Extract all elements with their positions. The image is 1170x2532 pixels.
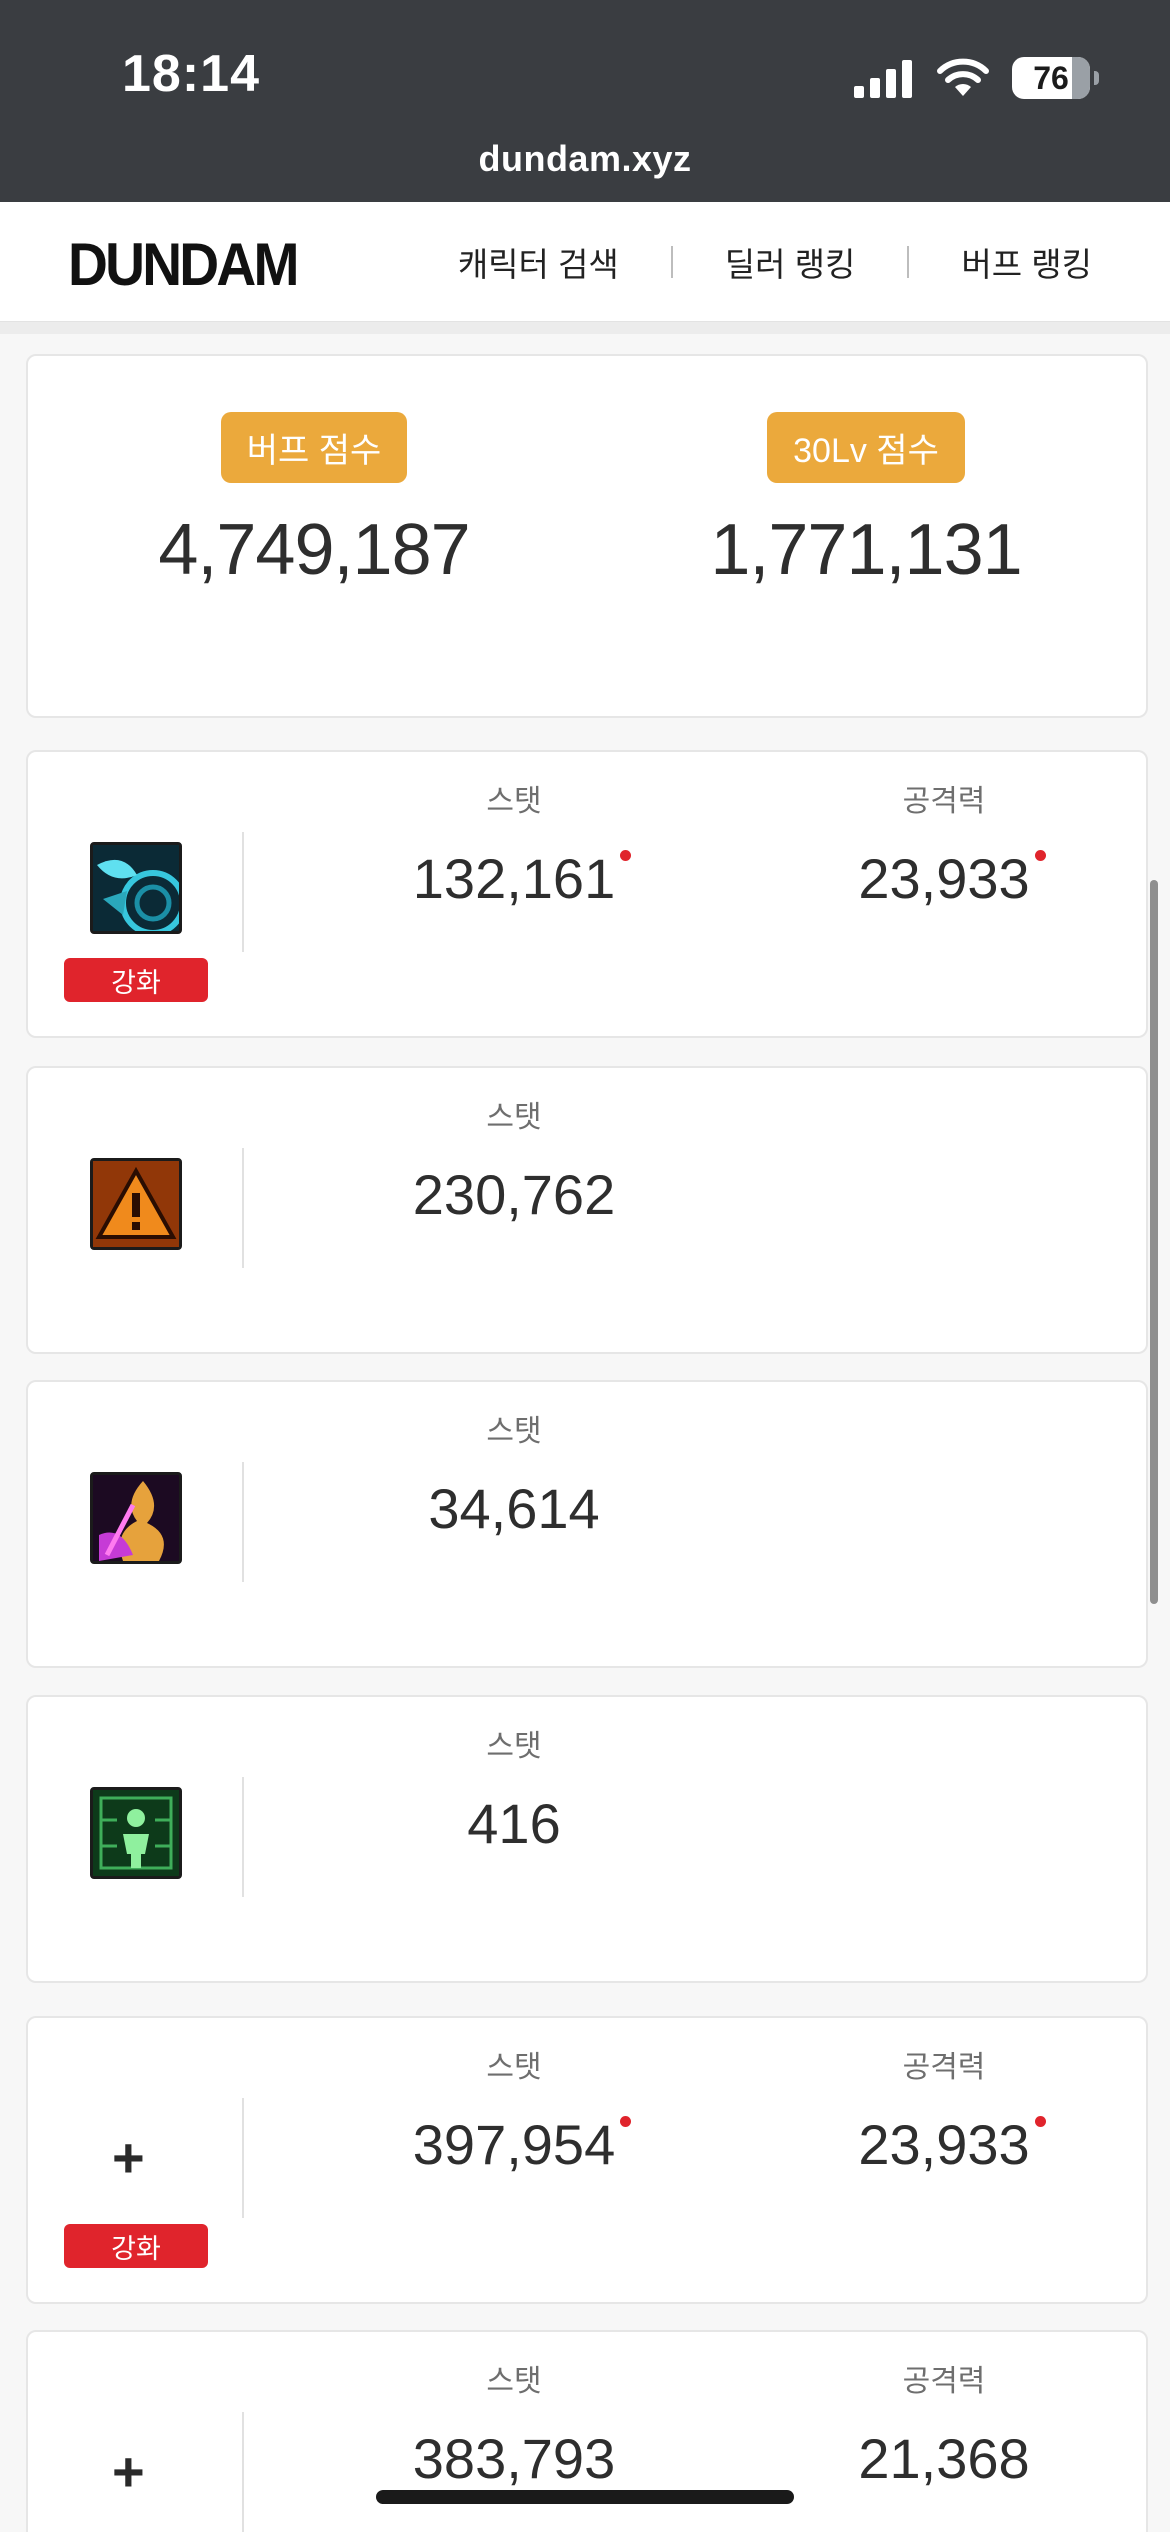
attack-number: 21,368 [858, 2427, 1030, 2490]
stat-number: 416 [467, 1792, 561, 1855]
stat-column: 스탯 132,161 [334, 776, 694, 911]
warning-skill-icon[interactable] [90, 1158, 182, 1250]
attack-number: 23,933 [858, 847, 1030, 910]
address-bar-url[interactable]: dundam.xyz [0, 138, 1170, 180]
enhance-badge: 강화 [64, 958, 208, 1002]
column-divider [242, 832, 244, 952]
plus-icon[interactable]: + [112, 2130, 145, 2186]
green-figure-skill-icon[interactable] [90, 1787, 182, 1879]
attack-value: 23,933 [858, 2112, 1046, 2177]
stat-column: 스탯 383,793 [334, 2356, 694, 2491]
score-summary-card: 버프 점수 4,749,187 30Lv 점수 1,771,131 [26, 354, 1148, 718]
attack-number: 23,933 [858, 2113, 1030, 2176]
plus-icon[interactable]: + [112, 2444, 145, 2500]
attack-value: 21,368 [858, 2426, 1029, 2491]
stat-label: 스탯 [486, 1730, 542, 1763]
attack-value: 23,933 [858, 846, 1046, 911]
main-nav: 캐릭터 검색 딜러 랭킹 버프 랭킹 [458, 238, 1092, 286]
stat-label: 스탯 [486, 2051, 542, 2084]
changed-indicator-dot [620, 2116, 632, 2127]
purple-flame-skill-icon[interactable] [90, 1472, 182, 1564]
stat-label: 스탯 [486, 2365, 542, 2398]
attack-label: 공격력 [902, 2051, 986, 2084]
nav-divider [670, 246, 673, 278]
skill-icon-column [28, 1068, 244, 1352]
changed-indicator-dot [1034, 2116, 1046, 2127]
enhance-badge: 강화 [64, 2224, 208, 2268]
home-indicator[interactable] [376, 2490, 794, 2504]
stat-label: 스탯 [486, 1101, 542, 1134]
stat-value: 34,614 [428, 1476, 599, 1541]
skill-icon-column [28, 1697, 244, 1981]
site-logo[interactable]: DUNDAM [68, 230, 300, 299]
skill-card: 스탯 230,762 [26, 1066, 1148, 1354]
stat-number: 383,793 [412, 2427, 616, 2490]
cyan-tech-skill-icon[interactable] [90, 842, 186, 936]
changed-indicator-dot [620, 850, 632, 861]
attack-label: 공격력 [902, 785, 986, 818]
nav-character-search[interactable]: 캐릭터 검색 [458, 238, 619, 286]
skill-icon-column: + [28, 2332, 244, 2532]
clock: 18:14 [122, 45, 260, 103]
skill-card: + 강화 스탯 397,954 공격력 23,933 [26, 2016, 1148, 2304]
column-divider [242, 1148, 244, 1268]
skill-icon-column: 강화 [28, 752, 244, 1036]
page-scrollbar[interactable] [1150, 880, 1158, 1604]
stat-number: 230,762 [412, 1163, 616, 1226]
buff-score-value: 4,749,187 [158, 510, 470, 590]
nav-divider [907, 246, 910, 278]
skill-card: 스탯 34,614 [26, 1380, 1148, 1668]
skill-card: 강화 스탯 132,161 공격력 23,933 [26, 750, 1148, 1038]
stat-number: 397,954 [412, 2113, 616, 2176]
skill-icon-column [28, 1382, 244, 1666]
column-divider [242, 2098, 244, 2218]
column-divider [242, 1777, 244, 1897]
attack-label: 공격력 [902, 2365, 986, 2398]
skill-icon-column: + 강화 [28, 2018, 244, 2302]
changed-indicator-dot [1034, 850, 1046, 861]
wifi-icon [937, 58, 989, 96]
skill-card: 스탯 416 [26, 1695, 1148, 1983]
lv30-score: 30Lv 점수 1,771,131 [626, 412, 1106, 591]
site-header: DUNDAM 캐릭터 검색 딜러 랭킹 버프 랭킹 [0, 202, 1170, 322]
stat-column: 스탯 397,954 [334, 2042, 694, 2177]
battery-icon: 76 [1012, 57, 1099, 99]
nav-dealer-ranking[interactable]: 딜러 랭킹 [725, 238, 856, 286]
stat-column: 스탯 34,614 [334, 1406, 694, 1541]
status-bar: 18:14 76 dundam.xyz [0, 0, 1170, 202]
column-divider [242, 1462, 244, 1582]
buff-score-label: 버프 점수 [220, 412, 408, 483]
stat-number: 132,161 [412, 847, 616, 910]
stat-column: 스탯 416 [334, 1721, 694, 1856]
cellular-signal-icon [854, 60, 912, 98]
attack-column: 공격력 23,933 [764, 2042, 1124, 2177]
stat-label: 스탯 [486, 785, 542, 818]
attack-column: 공격력 23,933 [764, 776, 1124, 911]
nav-buff-ranking[interactable]: 버프 랭킹 [961, 238, 1092, 286]
column-divider [242, 2412, 244, 2532]
stat-value: 397,954 [412, 2112, 632, 2177]
status-icons: 76 [854, 54, 1099, 102]
stat-column: 스탯 230,762 [334, 1092, 694, 1227]
stat-label: 스탯 [486, 1415, 542, 1448]
stat-value: 230,762 [413, 1162, 615, 1227]
stat-number: 34,614 [428, 1477, 600, 1540]
header-divider-strip [0, 322, 1170, 334]
lv30-score-label: 30Lv 점수 [767, 412, 965, 483]
battery-level: 76 [1033, 59, 1069, 96]
stat-value: 132,161 [412, 846, 632, 911]
stat-value: 416 [467, 1791, 560, 1856]
stat-value: 383,793 [413, 2426, 615, 2491]
buff-score: 버프 점수 4,749,187 [74, 412, 554, 591]
lv30-score-value: 1,771,131 [710, 510, 1022, 590]
attack-column: 공격력 21,368 [764, 2356, 1124, 2491]
